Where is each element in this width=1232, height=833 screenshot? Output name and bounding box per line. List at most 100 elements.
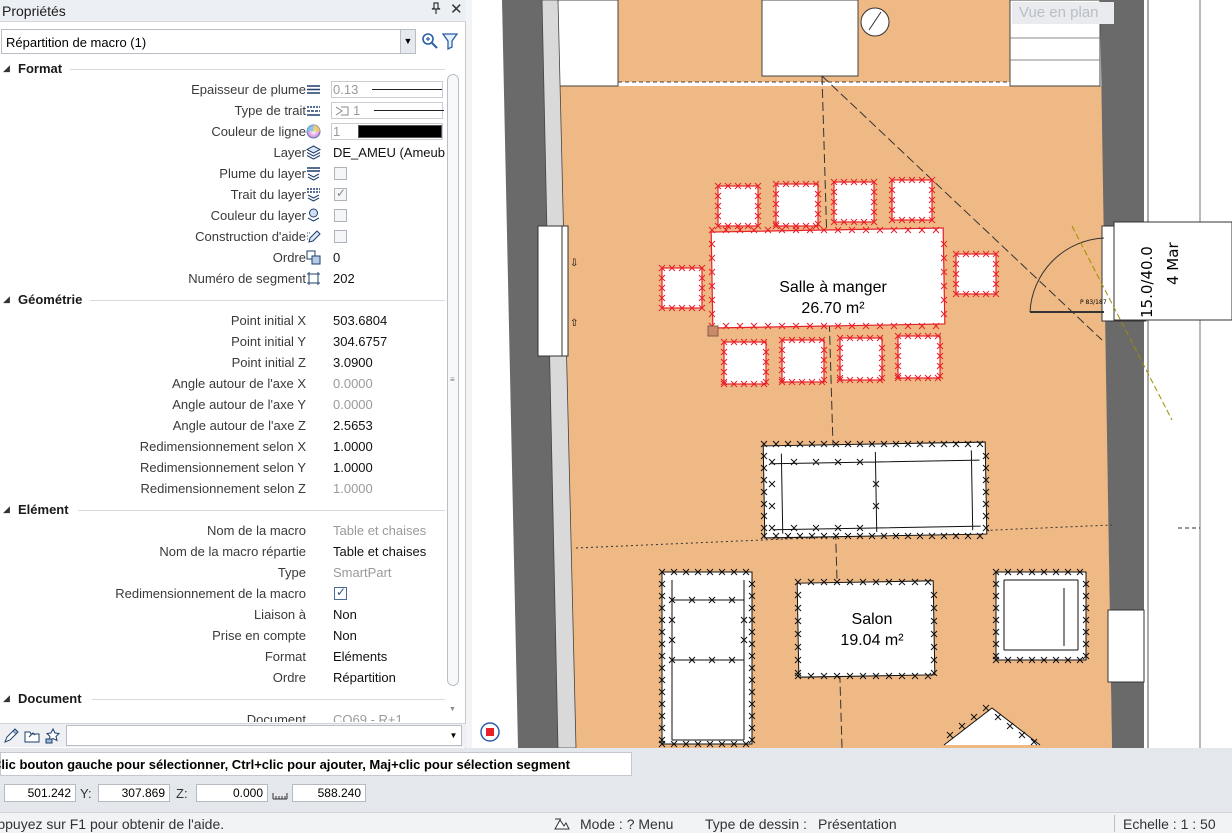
row-line-color[interactable]: Couleur de ligne 1 <box>0 121 445 142</box>
room-area: 19.04 m² <box>840 632 904 649</box>
z-coordinate-field[interactable]: 0.000 <box>196 784 268 802</box>
property-value[interactable]: 503.6804 <box>333 313 387 328</box>
property-value[interactable]: Répartition <box>333 670 396 685</box>
dining-chair[interactable] <box>781 339 825 383</box>
row-order[interactable]: Ordre 0 <box>0 247 445 268</box>
layer-color-checkbox[interactable] <box>334 209 347 222</box>
distance-field[interactable]: 588.240 <box>292 784 366 802</box>
row-layer-color[interactable]: Couleur du layer <box>0 205 445 226</box>
row-scale-x[interactable]: Redimensionnement selon X 1.0000 <box>0 436 445 457</box>
macro-resize-checkbox[interactable] <box>334 585 347 600</box>
open-favorites-icon[interactable] <box>24 728 40 744</box>
mode-text[interactable]: Mode : ? Menu <box>580 816 673 832</box>
row-element-order[interactable]: Ordre Répartition <box>0 667 445 688</box>
row-taken-into-account[interactable]: Prise en compte Non <box>0 625 445 646</box>
row-format[interactable]: Format Eléments <box>0 646 445 667</box>
property-value[interactable]: 3.0900 <box>333 355 373 370</box>
row-macro-name[interactable]: Nom de la macro Table et chaises <box>0 520 445 541</box>
property-label: Point initial Y <box>231 334 306 349</box>
armchair-right[interactable] <box>995 571 1087 661</box>
dining-chair[interactable] <box>717 185 759 227</box>
row-angle-y[interactable]: Angle autour de l'axe Y 0.0000 <box>0 394 445 415</box>
row-point-z[interactable]: Point initial Z 3.0900 <box>0 352 445 373</box>
row-angle-x[interactable]: Angle autour de l'axe X 0.0000 <box>0 373 445 394</box>
scale-text[interactable]: Echelle : 1 : 50 <box>1123 816 1216 832</box>
row-document[interactable]: Document CO69 - R+1 <box>0 709 445 722</box>
drawing-canvas[interactable]: ⇩ ⇧ 15.0/40.0 4 Mar P 83/187 Vue en plan… <box>472 0 1232 748</box>
collapse-arrow-icon[interactable]: ◢ <box>3 693 10 704</box>
zoom-to-selection-icon[interactable] <box>421 32 438 50</box>
dining-chair[interactable] <box>891 179 933 221</box>
collapse-arrow-icon[interactable]: ◢ <box>3 294 10 305</box>
collapse-arrow-icon[interactable]: ◢ <box>3 504 10 515</box>
row-point-x[interactable]: Point initial X 503.6804 <box>0 310 445 331</box>
property-label: Type <box>277 565 306 580</box>
property-value: 1 <box>333 124 341 139</box>
property-value[interactable]: 1.0000 <box>333 460 373 475</box>
dining-chair[interactable] <box>955 253 997 295</box>
dining-chair[interactable] <box>661 267 703 309</box>
property-value[interactable]: Eléments <box>333 649 387 664</box>
row-construction[interactable]: Construction d'aide <box>0 226 445 247</box>
row-pen-thickness[interactable]: Epaisseur de plume 0.13 <box>0 79 445 100</box>
mode-icon[interactable] <box>553 816 571 831</box>
row-point-y[interactable]: Point initial Y 304.6757 <box>0 331 445 352</box>
y-coordinate-field[interactable]: 307.869 <box>98 784 170 802</box>
row-angle-z[interactable]: Angle autour de l'axe Z 2.5653 <box>0 415 445 436</box>
layer-line-checkbox[interactable] <box>334 186 347 201</box>
room-label-dining[interactable]: Salle à manger 26.70 m² <box>758 277 908 319</box>
property-value[interactable]: 1.0000 <box>333 439 373 454</box>
property-value: 202 <box>333 271 355 286</box>
dining-chair[interactable] <box>897 335 941 379</box>
scroll-down-icon[interactable]: ▼ <box>449 706 456 713</box>
row-link[interactable]: Liaison à Non <box>0 604 445 625</box>
chevron-down-icon[interactable]: ▼ <box>400 30 415 53</box>
property-value[interactable]: Non <box>333 628 357 643</box>
property-value[interactable]: 2.5653 <box>333 418 373 433</box>
property-value[interactable]: Non <box>333 607 357 622</box>
dining-chair[interactable] <box>775 183 819 227</box>
row-segment-number[interactable]: Numéro de segment 202 <box>0 268 445 289</box>
dining-chair[interactable] <box>723 341 767 385</box>
section-geometry[interactable]: ◢ Géométrie <box>0 291 445 309</box>
section-document[interactable]: ◢ Document <box>0 690 445 708</box>
row-macro-resize[interactable]: Redimensionnement de la macro <box>0 583 445 604</box>
eyedropper-icon[interactable] <box>3 728 19 744</box>
section-format[interactable]: ◢ Format <box>0 60 445 78</box>
scroll-grip-icon[interactable]: ≡ <box>450 375 455 384</box>
pin-icon[interactable] <box>431 2 441 17</box>
row-scale-z[interactable]: Redimensionnement selon Z 1.0000 <box>0 478 445 499</box>
x-coordinate-field[interactable]: 501.242 <box>4 784 76 802</box>
row-type[interactable]: Type SmartPart <box>0 562 445 583</box>
save-favorites-icon[interactable] <box>45 728 61 744</box>
drawing-type-value[interactable]: Présentation <box>818 816 897 832</box>
property-label: Couleur de ligne <box>211 124 306 139</box>
selection-dropdown[interactable]: Répartition de macro (1) ▼ <box>1 29 416 54</box>
row-layer-line[interactable]: Trait du layer <box>0 184 445 205</box>
filter-icon[interactable] <box>442 32 458 50</box>
close-panel-button[interactable]: ✕ <box>450 0 463 18</box>
column-symbol <box>860 7 890 37</box>
chevron-down-icon[interactable]: ▼ <box>446 726 461 745</box>
properties-scrollbar[interactable]: ≡ <box>447 74 459 686</box>
property-value: SmartPart <box>333 565 392 580</box>
construction-checkbox[interactable] <box>334 230 347 243</box>
property-value[interactable]: 304.6757 <box>333 334 387 349</box>
section-element[interactable]: ◢ Elément <box>0 501 445 519</box>
row-layer-pen[interactable]: Plume du layer <box>0 163 445 184</box>
distance-icon <box>272 793 288 800</box>
favorites-combobox[interactable]: ▼ <box>66 725 462 746</box>
row-layer[interactable]: Layer DE_AMEU (Ameublement) <box>0 142 445 163</box>
sofa-left[interactable] <box>661 571 753 745</box>
property-value[interactable]: Table et chaises <box>333 544 426 559</box>
room-label-living[interactable]: Salon 19.04 m² <box>802 609 942 651</box>
dining-chair[interactable] <box>839 337 883 381</box>
collapse-arrow-icon[interactable]: ◢ <box>3 63 10 74</box>
row-line-type[interactable]: Type de trait 1 <box>0 100 445 121</box>
selection-grip[interactable] <box>707 325 719 337</box>
dining-chair[interactable] <box>833 181 875 223</box>
row-scale-y[interactable]: Redimensionnement selon Y 1.0000 <box>0 457 445 478</box>
layer-pen-checkbox[interactable] <box>334 167 347 180</box>
row-macro-distributed[interactable]: Nom de la macro répartie Table et chaise… <box>0 541 445 562</box>
property-value: 0.0000 <box>333 397 373 412</box>
